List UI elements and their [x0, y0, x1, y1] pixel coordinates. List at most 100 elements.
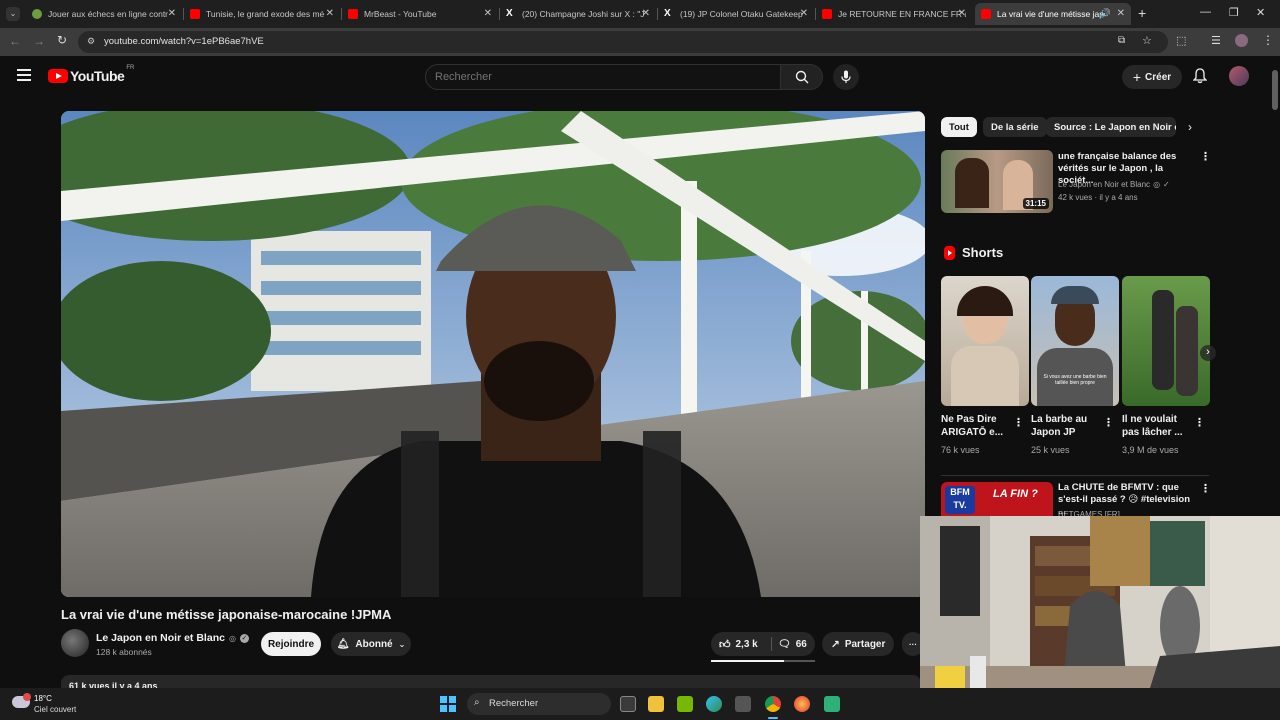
- nvidia-icon[interactable]: [677, 696, 693, 712]
- close-tab-icon[interactable]: ✕: [642, 8, 650, 19]
- chip-source[interactable]: Source : Le Japon en Noir et: [1046, 117, 1176, 137]
- browser-tab-tunisie[interactable]: Tunisie, le grand exode des mé ✕: [184, 3, 340, 25]
- like-button[interactable]: 👍︎ 2,3 k: [711, 638, 771, 651]
- channel-name[interactable]: Le Japon en Noir et Blanc ◎ ✓: [96, 632, 249, 644]
- notifications-bell-icon[interactable]: [1192, 68, 1208, 89]
- short-menu-icon[interactable]: ⋮: [1194, 416, 1205, 429]
- short-menu-icon[interactable]: ⋮: [1013, 416, 1024, 429]
- related-video-meta: 42 k vues · il y a 4 ans: [1058, 193, 1138, 202]
- browser-menu-icon[interactable]: ⋮: [1262, 33, 1274, 47]
- close-tab-icon[interactable]: ✕: [800, 8, 808, 19]
- voice-search-button[interactable]: [833, 64, 859, 90]
- youtube-logo[interactable]: YouTube FR: [48, 65, 134, 84]
- close-tab-icon[interactable]: ✕: [484, 8, 492, 19]
- firefox-icon[interactable]: [794, 696, 810, 712]
- windows-taskbar: 18°C Ciel couvert ⌕ Rechercher: [0, 688, 1280, 720]
- section-divider: [941, 475, 1209, 476]
- chevron-down-icon: ⌄: [398, 639, 406, 649]
- shorts-header: Shorts: [944, 245, 1003, 260]
- browser-tab-chess[interactable]: Jouer aux échecs en ligne contr ✕: [26, 3, 182, 25]
- speaker-icon[interactable]: 🔊: [1100, 8, 1111, 19]
- chip-all[interactable]: Tout: [941, 117, 977, 137]
- plus-icon: +: [1132, 69, 1142, 85]
- short-thumbnail[interactable]: [1122, 276, 1210, 406]
- minimize-icon[interactable]: —: [1200, 6, 1211, 18]
- browser-tab-x-colonel[interactable]: X (19) JP Colonel Otaku Gatekeep ✕: [658, 3, 814, 25]
- maximize-icon[interactable]: ❐: [1229, 6, 1239, 19]
- short-thumbnail[interactable]: [941, 276, 1029, 406]
- site-info-icon[interactable]: ⚙: [87, 36, 95, 47]
- chrome-icon[interactable]: [765, 696, 781, 712]
- related-video-thumbnail[interactable]: 31:15: [941, 150, 1053, 213]
- channel-avatar[interactable]: [61, 629, 89, 657]
- chips-next-chevron-icon[interactable]: ›: [1188, 120, 1192, 134]
- comment-icon: 🗨︎: [778, 638, 791, 650]
- x-favicon-icon: X: [664, 8, 671, 19]
- browser-tab-current[interactable]: La vrai vie d'une métisse jap 🔊 ✕: [975, 3, 1131, 25]
- related-video-menu-icon[interactable]: ⋮: [1200, 150, 1211, 163]
- search-button[interactable]: [781, 64, 823, 90]
- short-caption: Si vous avez une barbe bien taillée bien…: [1043, 374, 1107, 386]
- youtube-favicon-icon: [981, 9, 991, 19]
- close-tab-icon[interactable]: ✕: [168, 8, 176, 19]
- subscribed-button[interactable]: 🔔︎ Abonné ⌄: [331, 632, 411, 656]
- tab-search-icon[interactable]: ⌄: [6, 7, 20, 21]
- forward-icon[interactable]: →: [33, 34, 45, 48]
- video-duration-badge: 31:15: [1022, 198, 1049, 209]
- close-tab-icon[interactable]: ✕: [326, 8, 334, 19]
- new-tab-button[interactable]: +: [1138, 5, 1146, 21]
- related-video-channel: Le Japon en Noir et Blanc ◎ ✓: [1058, 180, 1170, 189]
- url-text: youtube.com/watch?v=1ePB6ae7hVE: [104, 36, 264, 47]
- address-bar[interactable]: ⚙ youtube.com/watch?v=1ePB6ae7hVE ⧉ ☆: [78, 31, 1168, 53]
- verified-badge-icon: ✓: [1163, 180, 1170, 189]
- close-tab-icon[interactable]: ✕: [958, 8, 966, 19]
- video-title: La vrai vie d'une métisse japonaise-maro…: [61, 607, 392, 622]
- hamburger-menu-icon[interactable]: [17, 69, 31, 81]
- chip-series[interactable]: De la série: [983, 117, 1047, 137]
- account-avatar[interactable]: [1229, 66, 1249, 86]
- reading-list-icon[interactable]: ☰: [1211, 34, 1221, 47]
- store-icon[interactable]: [735, 696, 751, 712]
- join-button[interactable]: Rejoindre: [261, 632, 321, 656]
- close-tab-icon[interactable]: ✕: [1117, 8, 1125, 19]
- thumbs-up-icon: 👍︎: [719, 638, 731, 651]
- comments-button[interactable]: 🗨︎ 66: [772, 639, 807, 650]
- short-title[interactable]: Il ne voulait pas lâcher ...: [1122, 413, 1192, 439]
- related-video-thumbnail[interactable]: BFM TV. LA FIN ?: [941, 482, 1053, 518]
- task-view-icon[interactable]: [620, 696, 636, 712]
- search-input[interactable]: [426, 65, 780, 89]
- create-button[interactable]: + Créer: [1122, 65, 1182, 89]
- app-icon[interactable]: [824, 696, 840, 712]
- browser-tab-mrbeast[interactable]: MrBeast - YouTube ✕: [342, 3, 498, 25]
- x-favicon-icon: X: [506, 8, 513, 19]
- weather-widget[interactable]: 18°C Ciel couvert: [10, 692, 100, 716]
- short-menu-icon[interactable]: ⋮: [1103, 416, 1114, 429]
- taskbar-search[interactable]: ⌕ Rechercher: [467, 693, 611, 715]
- windows-start-icon[interactable]: [440, 696, 456, 712]
- edge-icon[interactable]: [706, 696, 722, 712]
- short-views: 3,9 M de vues: [1122, 445, 1179, 455]
- related-video-menu-icon[interactable]: ⋮: [1200, 482, 1211, 495]
- share-button[interactable]: ↗ Partager: [822, 632, 894, 656]
- reload-icon[interactable]: ↻: [57, 33, 67, 47]
- short-title[interactable]: Ne Pas Dire ARIGATŌ e...: [941, 413, 1011, 439]
- profile-icon[interactable]: [1235, 34, 1248, 47]
- search-box[interactable]: [425, 64, 781, 90]
- video-player[interactable]: [61, 111, 925, 597]
- browser-tab-x-champagne[interactable]: X (20) Champagne Joshi sur X : "J ✕: [500, 3, 656, 25]
- bookmark-star-icon[interactable]: ☆: [1142, 34, 1152, 47]
- extensions-icon[interactable]: ⬚: [1176, 34, 1186, 47]
- youtube-favicon-icon: [822, 9, 832, 19]
- browser-tab-retourne[interactable]: Je RETOURNE EN FRANCE FR au ✕: [816, 3, 972, 25]
- install-app-icon[interactable]: ⧉: [1118, 35, 1125, 46]
- thumbnail-banner: LA FIN ?: [993, 488, 1038, 500]
- back-icon[interactable]: ←: [9, 34, 21, 48]
- short-title[interactable]: La barbe au Japon JP: [1031, 413, 1101, 439]
- youtube-favicon-icon: [190, 9, 200, 19]
- search-icon: [795, 70, 809, 84]
- shorts-logo-icon: [944, 245, 955, 260]
- shorts-next-chevron-icon[interactable]: ›: [1200, 345, 1216, 361]
- file-explorer-icon[interactable]: [648, 696, 664, 712]
- short-thumbnail[interactable]: Si vous avez une barbe bien taillée bien…: [1031, 276, 1119, 406]
- close-window-icon[interactable]: ✕: [1256, 6, 1265, 19]
